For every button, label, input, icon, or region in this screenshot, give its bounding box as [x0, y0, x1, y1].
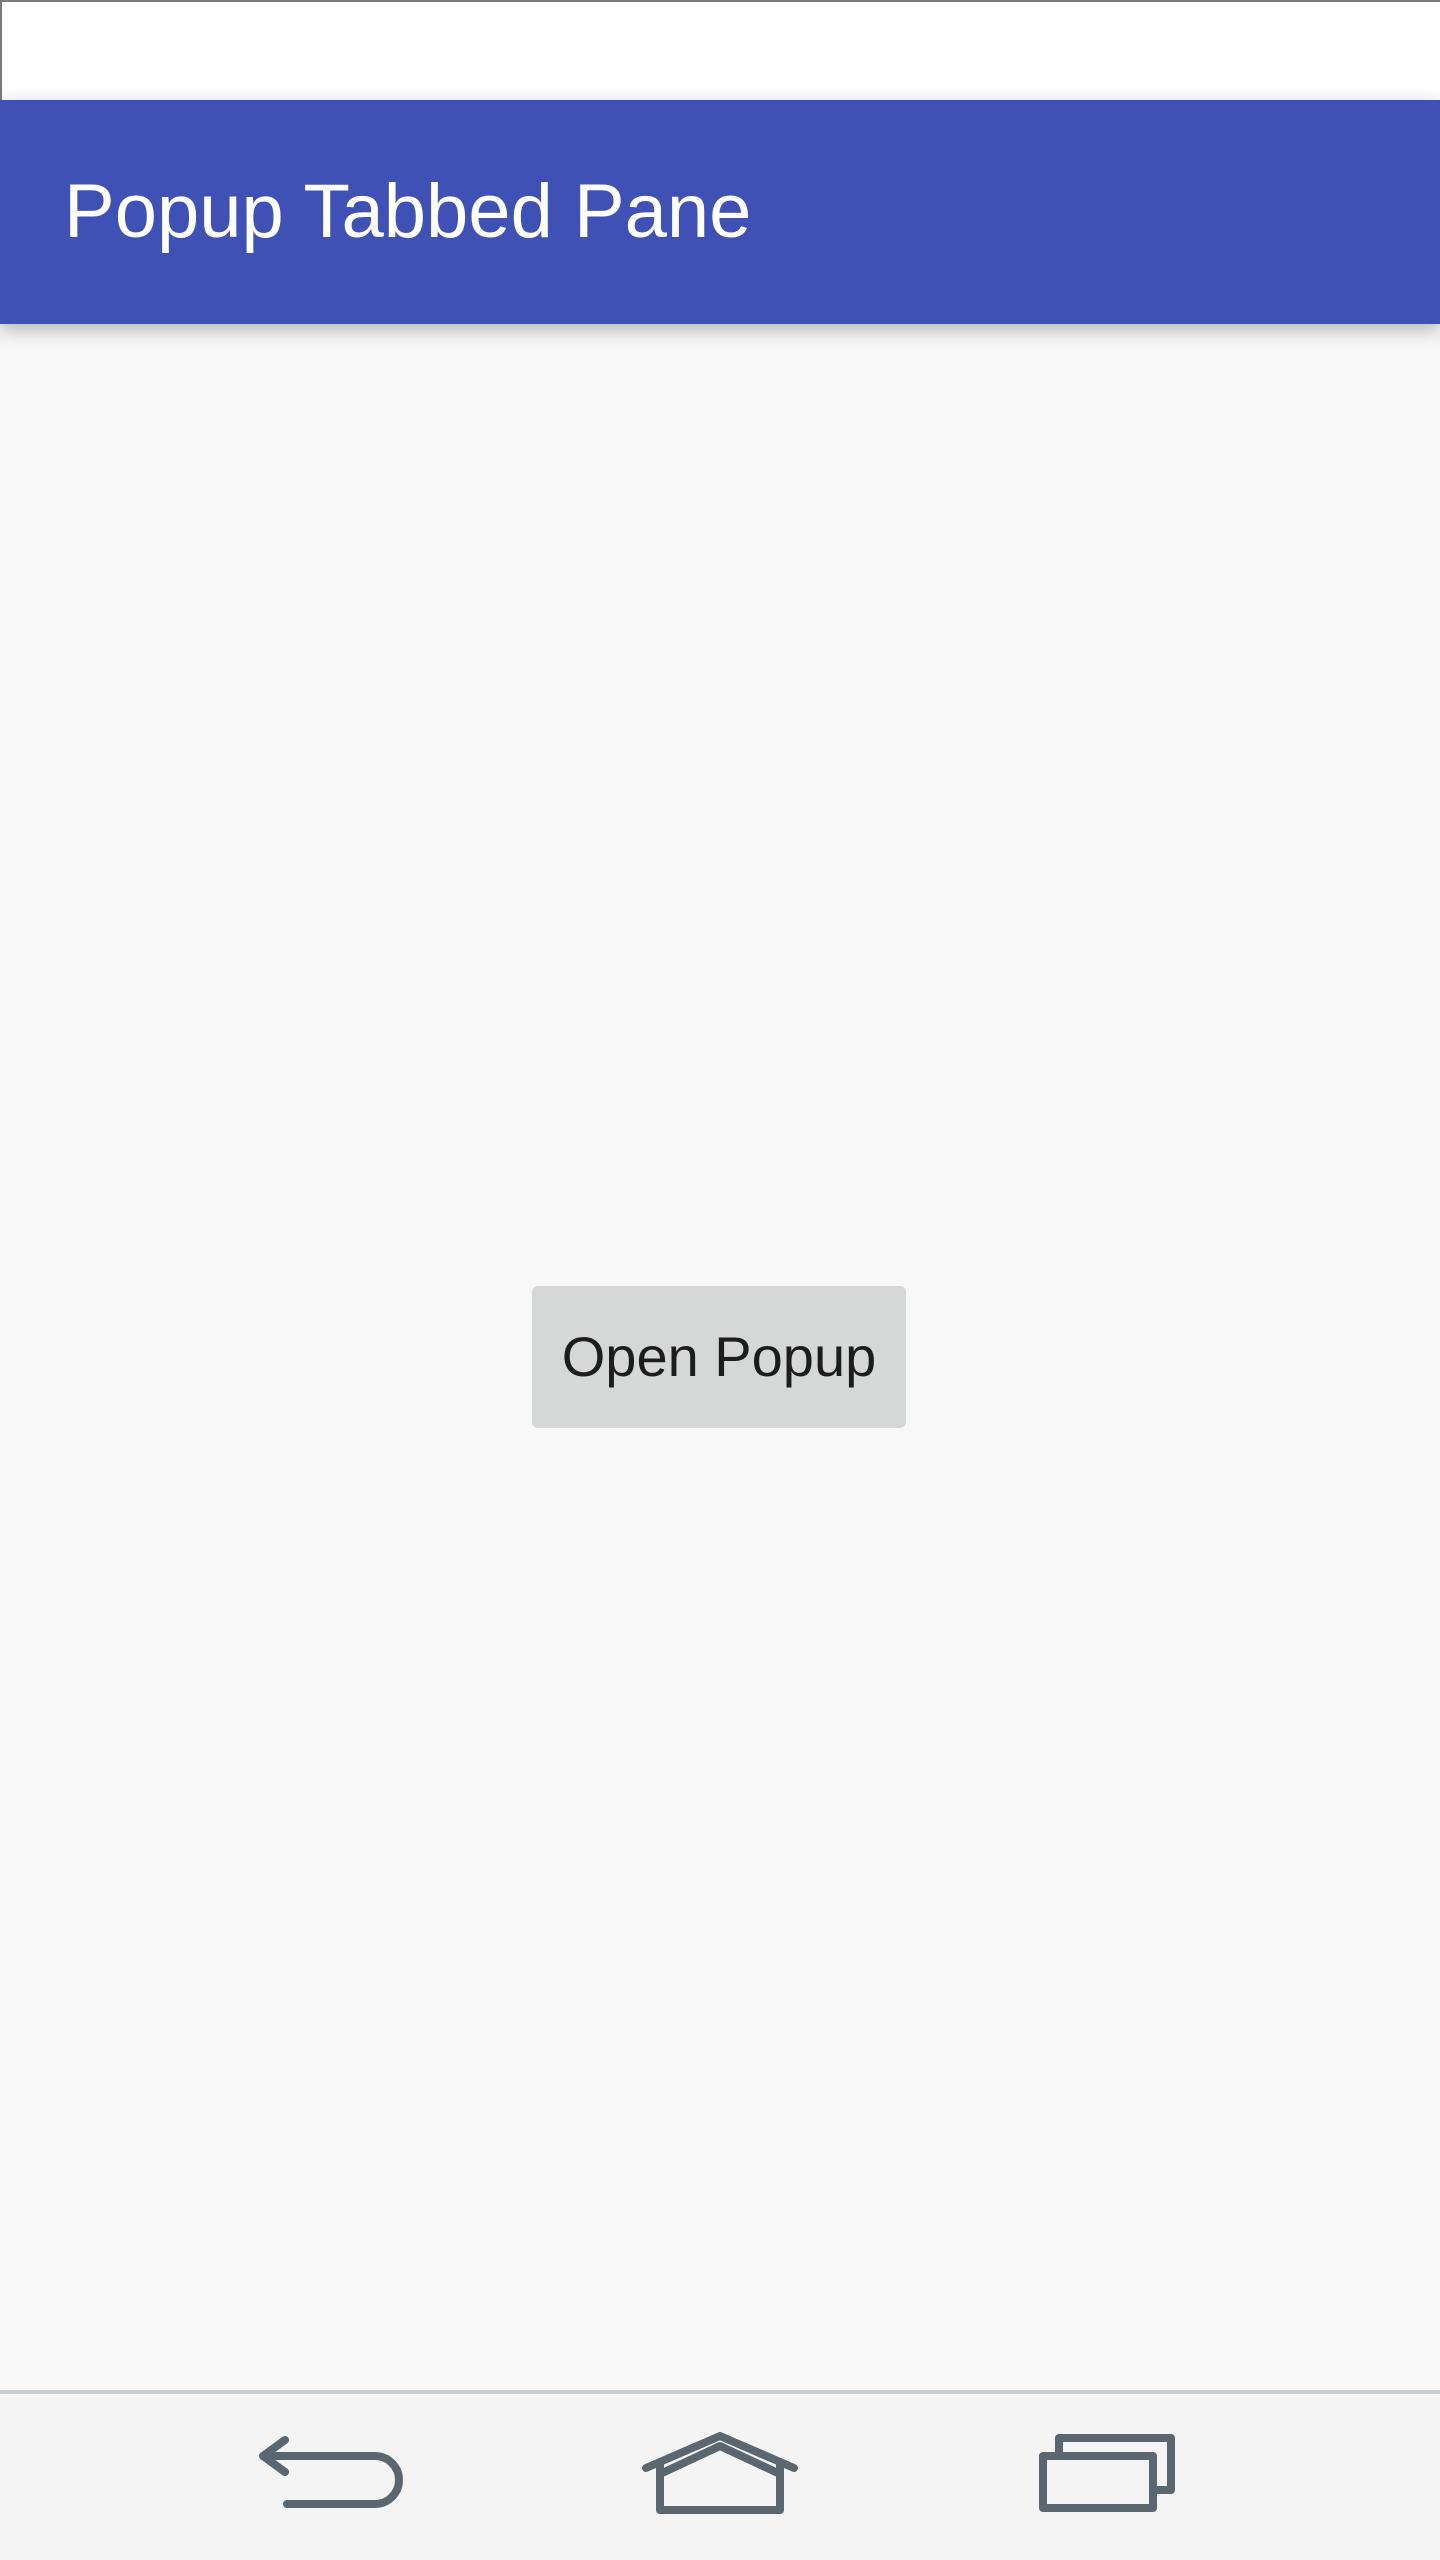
- home-button[interactable]: [620, 2394, 820, 2560]
- page-title: Popup Tabbed Pane: [64, 169, 752, 254]
- back-button[interactable]: [230, 2394, 430, 2560]
- home-icon: [642, 2432, 798, 2514]
- open-popup-button[interactable]: Open Popup: [532, 1286, 906, 1428]
- status-bar: [0, 0, 1440, 100]
- navigation-bar: [0, 2394, 1440, 2560]
- back-icon: [259, 2436, 403, 2508]
- recents-icon: [1039, 2434, 1175, 2512]
- app-bar: Popup Tabbed Pane: [0, 100, 1440, 324]
- recents-button[interactable]: [1010, 2394, 1210, 2560]
- main-content: Open Popup: [0, 324, 1440, 2390]
